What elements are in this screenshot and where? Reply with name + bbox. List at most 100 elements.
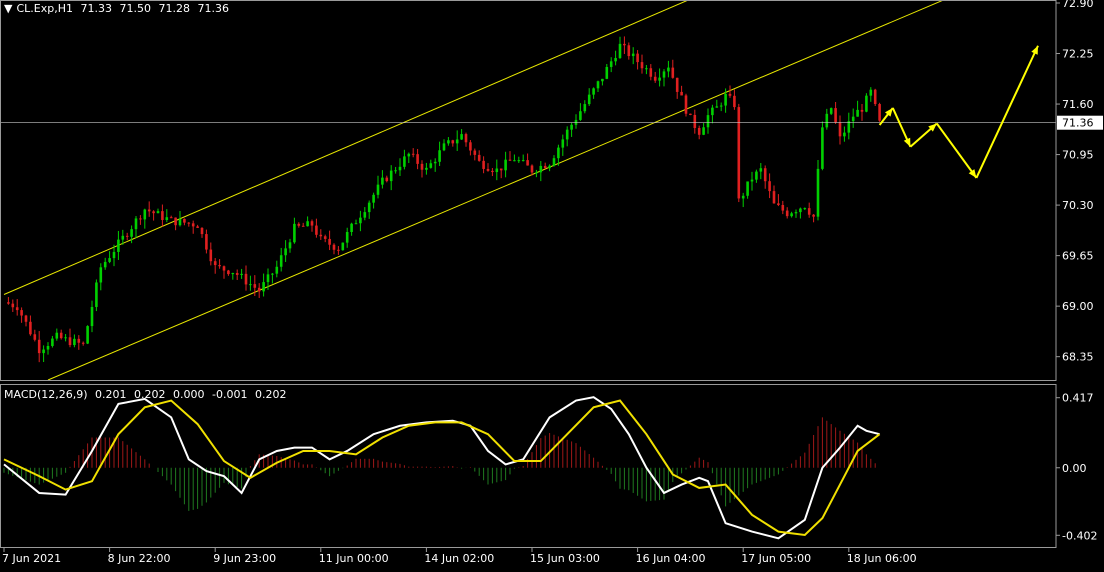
candle-body [724,93,727,106]
macd-value-2: 0.000 [173,388,205,401]
candle-body [680,91,683,96]
candle-body [284,248,287,256]
candle-body [218,265,221,267]
candle-body [51,338,54,346]
candle-body [860,109,864,112]
candle-body [363,212,367,218]
ohlc-high: 71.50 [119,2,151,15]
candle-body [90,306,94,327]
candle-body [139,218,142,220]
candle-body [706,115,710,128]
candle-body [526,160,529,166]
x-tick-label: 14 Jun 02:00 [424,552,494,565]
candle-body [367,202,371,213]
x-tick-label: 7 Jun 2021 [2,552,61,565]
x-tick-label: 18 Jun 06:00 [847,552,917,565]
candle-body [235,273,239,275]
candle-body [359,217,362,224]
candle-body [539,165,543,173]
candle-body [781,205,785,211]
candle-body [552,158,556,166]
candle-body [68,337,72,346]
candle-body [750,179,754,182]
candle-body [825,113,829,128]
candle-body [125,235,129,237]
candle-body [191,223,195,227]
candle-body [301,225,305,227]
candle-body [737,107,741,199]
collapse-triangle-icon[interactable]: ▼ [4,2,12,15]
candle-body [658,77,661,81]
candle-body [807,208,811,215]
candle-body [240,273,243,275]
macd-line [3,396,880,540]
candle-body [609,61,613,67]
candle-body [653,76,657,81]
candle-body [499,168,503,171]
candle-body [328,238,331,245]
candle-body [535,172,538,174]
candle-body [381,177,384,185]
ohlc-low: 71.28 [158,2,190,15]
candle-body [451,140,455,144]
forecast-arrow-segment [975,45,1039,179]
x-tick-label: 16 Jun 04:00 [636,552,706,565]
candle-body [469,142,472,151]
candle-body [345,231,349,243]
candle-body [169,217,173,219]
price-pane [0,0,1056,381]
current-price-label: 71.36 [1062,117,1094,130]
channel-upper-line [3,0,690,295]
price-y-tick-label: 70.95 [1062,149,1094,162]
candle-body [438,150,441,162]
candle-body [86,326,89,344]
candle-body [337,249,340,251]
candle-body [95,282,98,307]
x-tick-label: 9 Jun 23:00 [213,552,276,565]
candle-body [689,113,692,115]
candle-body [249,284,252,286]
candle-body [460,134,463,140]
candle-body [627,45,631,57]
candle-body [420,163,424,170]
candle-body [213,261,217,266]
candle-body [671,67,675,78]
candle-body [433,161,437,164]
candle-body [7,302,10,304]
candle-body [759,168,763,172]
candle-body [794,212,798,214]
candle-body [772,191,776,204]
candle-body [37,339,41,354]
macd-y-tick-label: 0.00 [1062,462,1087,475]
candle-body [579,111,582,120]
candle-body [134,218,138,230]
candle-body [812,214,815,217]
candle-body [473,150,477,155]
candle-body [746,181,749,196]
candle-body [583,104,587,112]
candle-body [315,225,318,235]
candle-body [570,124,573,130]
candle-body [482,160,485,169]
candle-body [838,122,842,137]
candle-body [816,168,820,217]
macd-y-tick-label: -0.402 [1062,529,1097,542]
candle-body [178,218,182,226]
candle-body [354,223,358,225]
candle-body [508,159,512,161]
candle-body [623,43,626,46]
x-tick-label: 11 Jun 00:00 [319,552,389,565]
candle-body [174,217,177,226]
candle-body [768,181,771,192]
price-y-tick-label: 72.25 [1062,48,1094,61]
candle-body [231,273,235,275]
candle-body [33,334,37,340]
candle-body [350,223,353,232]
candle-body [147,209,151,212]
candle-body [442,143,446,151]
price-y-tick-label: 69.00 [1062,300,1094,313]
candle-body [645,68,648,70]
candle-body [517,160,521,162]
candle-body [829,108,833,114]
chart-svg[interactable]: 72.90 72.25 71.60 70.95 70.30 69.65 69.00 68.35… [0,0,1104,568]
